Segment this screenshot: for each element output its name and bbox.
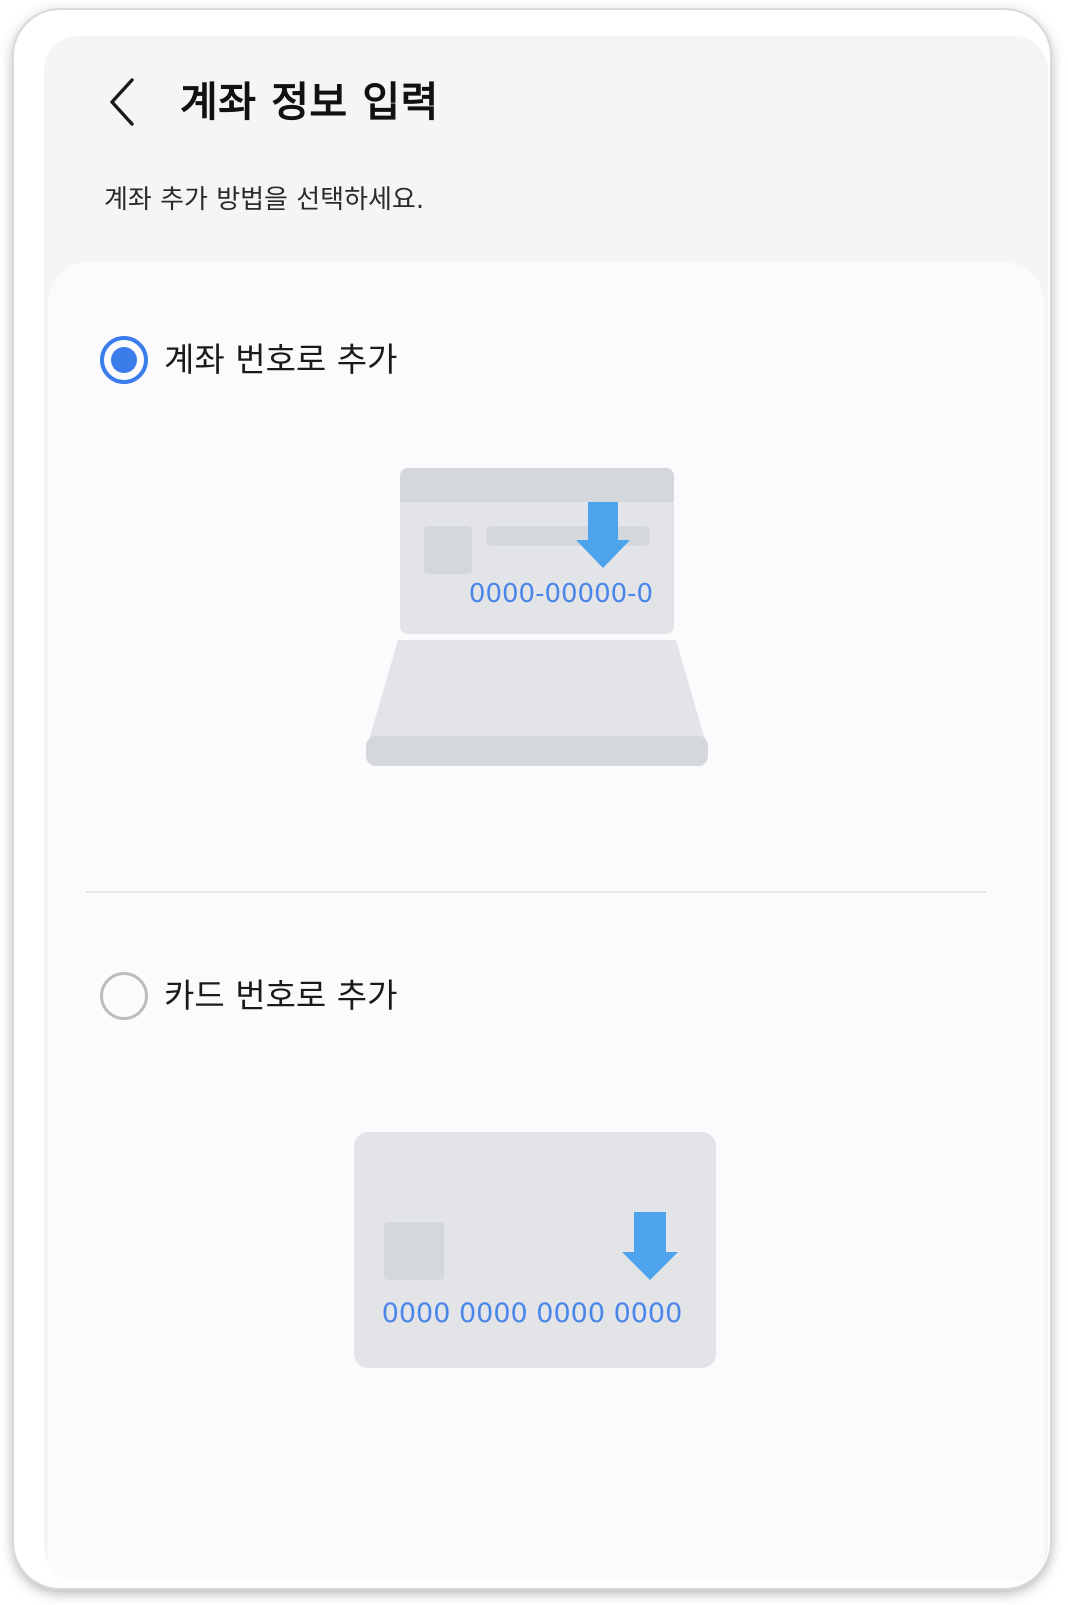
chevron-left-icon: [110, 78, 134, 126]
page-subtitle: 계좌 추가 방법을 선택하세요.: [104, 185, 425, 215]
option-label-account-number: 계좌 번호로 추가: [164, 340, 398, 379]
option-account-number[interactable]: 계좌 번호로 추가: [100, 336, 398, 384]
options-card: 계좌 번호로 추가 0000-00000-0 카드 번호로 추가 0000 00…: [48, 262, 1044, 1581]
app-header: 계좌 정보 입력: [44, 36, 1048, 166]
card-number-placeholder: 0000 0000 0000 0000: [382, 1298, 683, 1329]
radio-card-number[interactable]: [100, 972, 148, 1020]
screen: 계좌 정보 입력 계좌 추가 방법을 선택하세요. 계좌 번호로 추가 0000…: [44, 36, 1048, 1581]
page-title: 계좌 정보 입력: [180, 78, 439, 126]
radio-selected-dot: [111, 347, 137, 373]
device-frame: 계좌 정보 입력 계좌 추가 방법을 선택하세요. 계좌 번호로 추가 0000…: [14, 10, 1050, 1588]
laptop-icon: 0000-00000-0: [366, 468, 708, 766]
radio-account-number[interactable]: [100, 336, 148, 384]
option-label-card-number: 카드 번호로 추가: [164, 976, 398, 1015]
option-card-number[interactable]: 카드 번호로 추가: [100, 972, 398, 1020]
credit-card-icon: 0000 0000 0000 0000: [354, 1132, 716, 1368]
options-divider: [86, 891, 986, 893]
back-button[interactable]: [94, 74, 150, 130]
account-number-placeholder: 0000-00000-0: [469, 579, 653, 609]
